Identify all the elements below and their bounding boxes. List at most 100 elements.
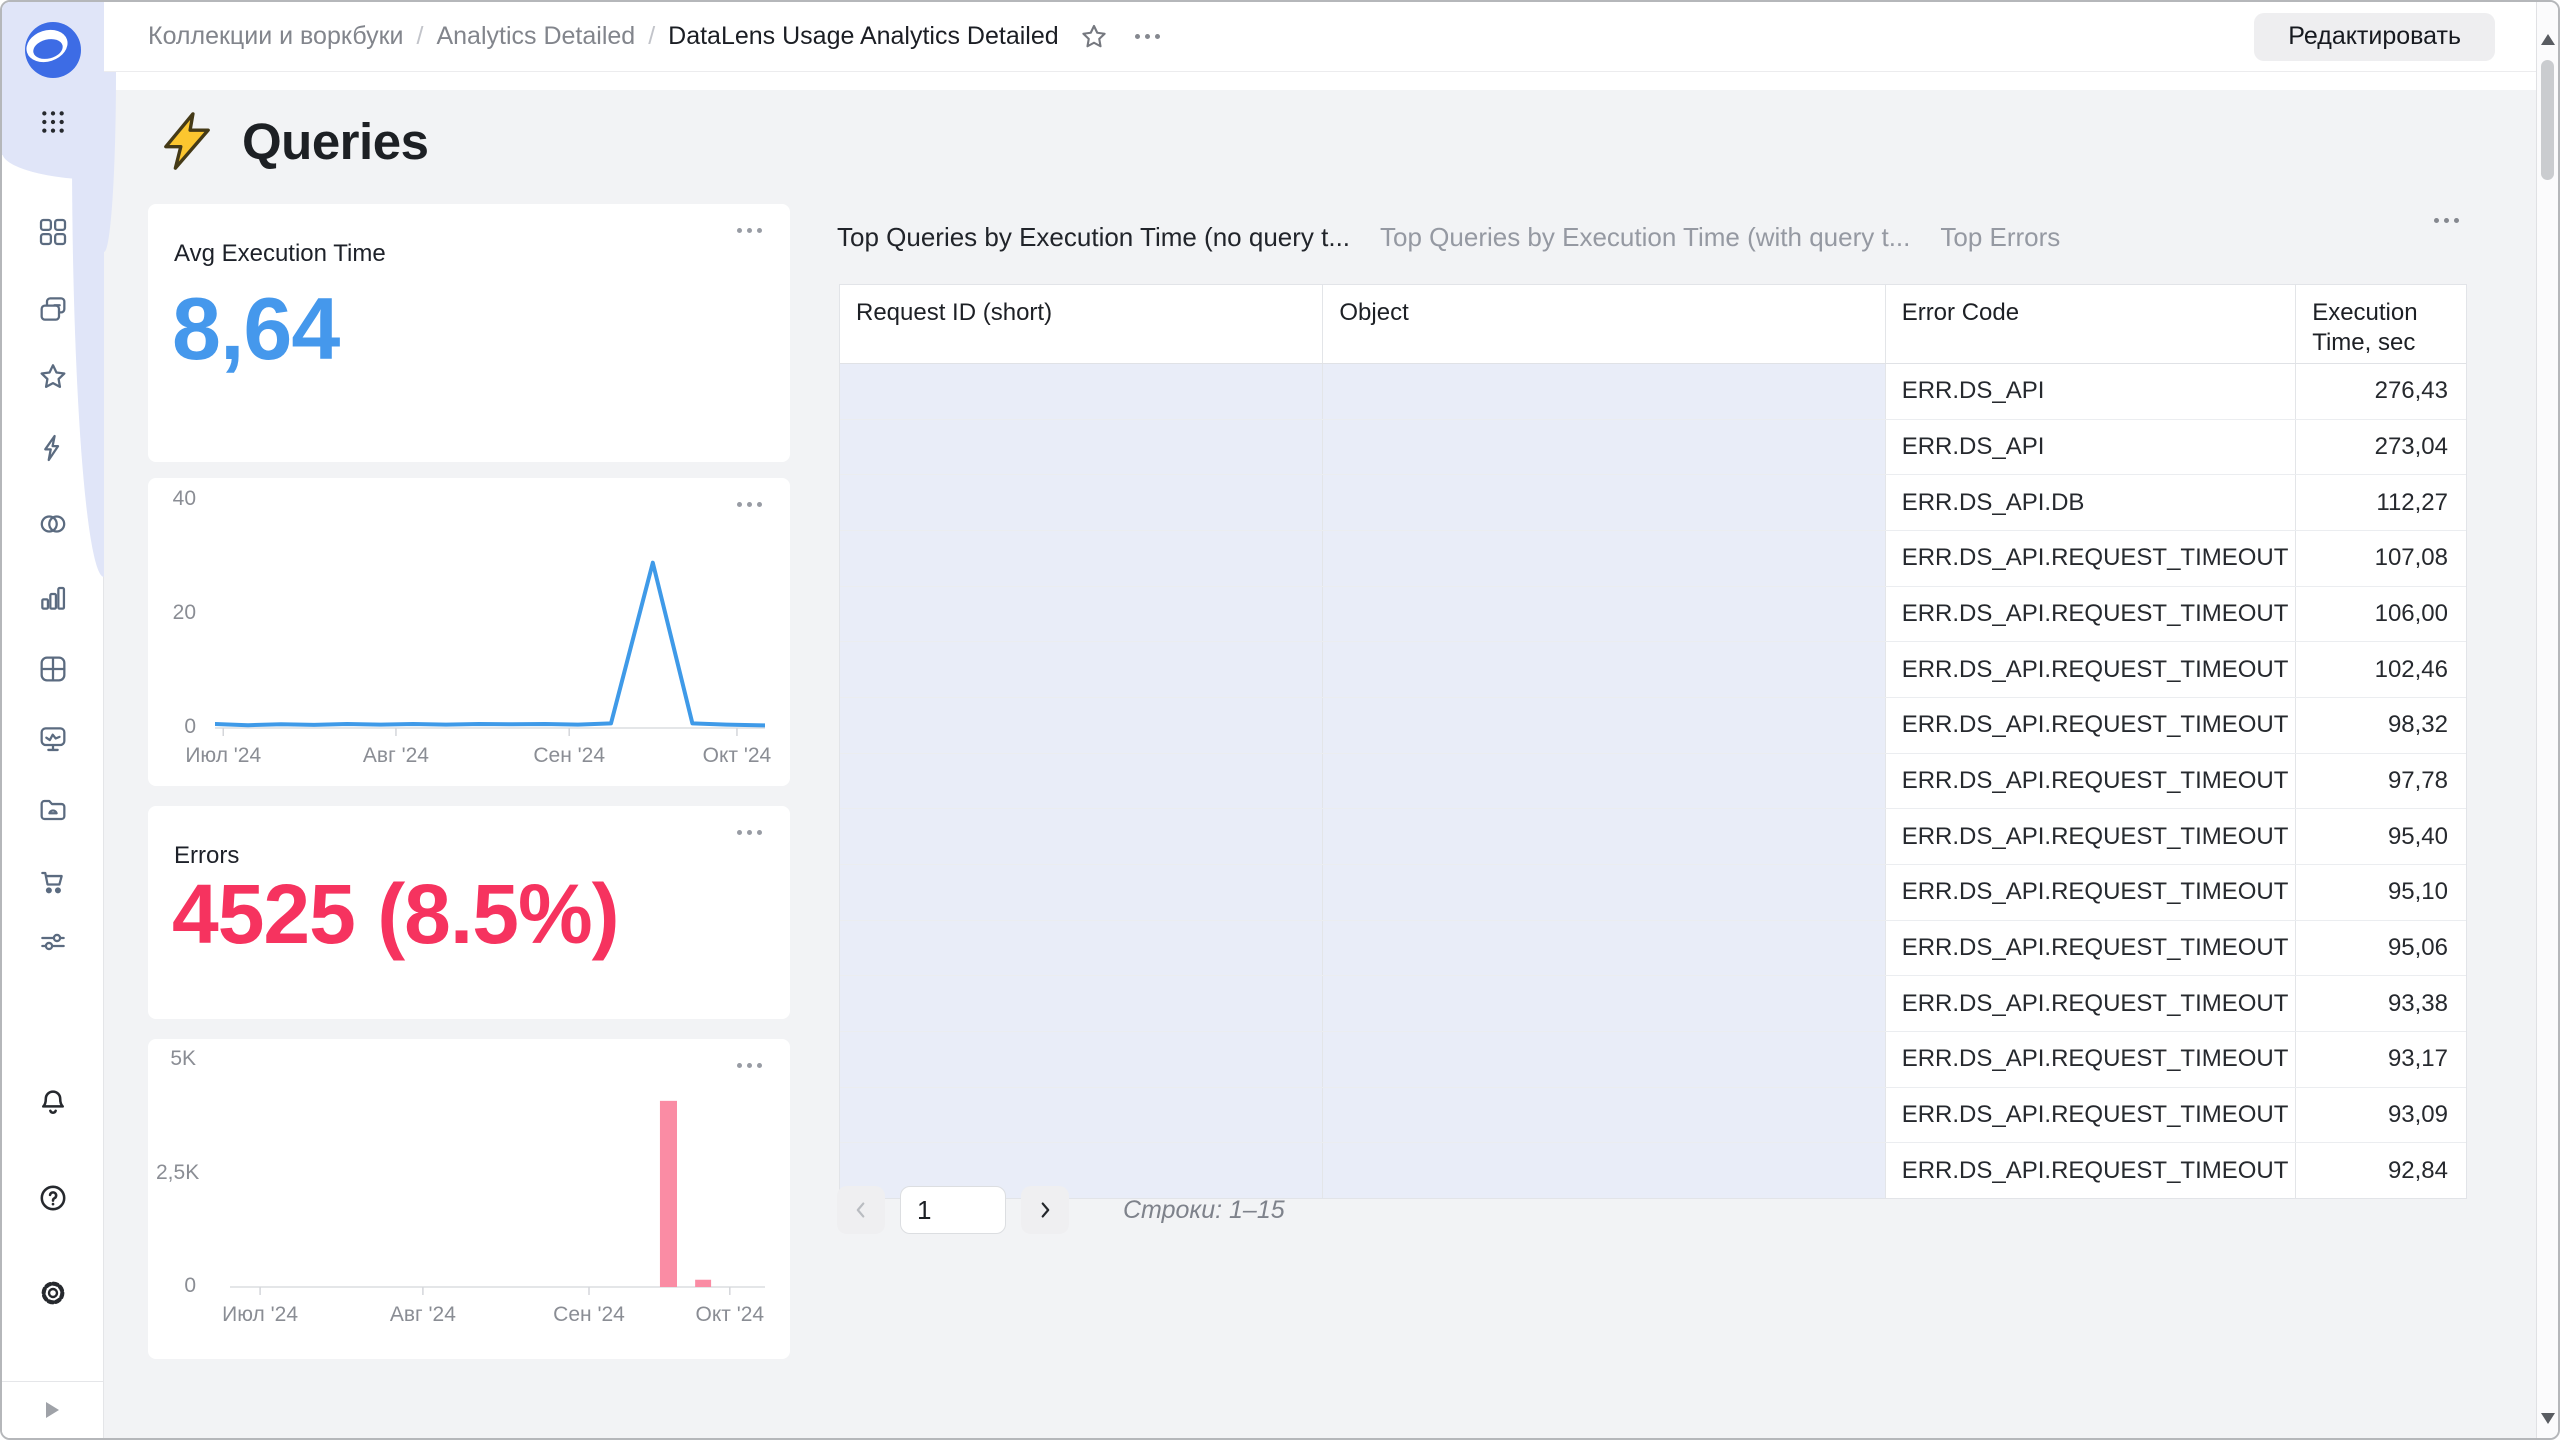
y-axis-label: 40 (156, 487, 196, 511)
lightning-icon[interactable] (37, 432, 69, 464)
table-row: ERR.DS_API.REQUEST_TIMEOUT93,38 (840, 976, 2466, 1032)
lightning-emoji-icon (156, 110, 218, 172)
execution-time-cell: 95,06 (2296, 921, 2466, 976)
breadcrumb-collections[interactable]: Коллекции и воркбуки (148, 22, 404, 51)
error-code-cell: ERR.DS_API.REQUEST_TIMEOUT (1886, 587, 2297, 642)
table-row: ERR.DS_API.REQUEST_TIMEOUT102,46 (840, 642, 2466, 698)
y-axis-label: 0 (156, 715, 196, 739)
breadcrumb-workbook[interactable]: Analytics Detailed (436, 22, 635, 51)
error-code-cell: ERR.DS_API.REQUEST_TIMEOUT (1886, 976, 2297, 1031)
execution-time-cell: 106,00 (2296, 587, 2466, 642)
card-menu-icon[interactable] (737, 228, 762, 233)
table-row: ERR.DS_API.REQUEST_TIMEOUT93,09 (840, 1088, 2466, 1144)
sidebar-footer (2, 1381, 103, 1438)
datalens-logo-icon[interactable] (24, 21, 82, 79)
rows-range-label: Строки: 1–15 (1123, 1186, 1285, 1234)
tab-2[interactable]: Top Errors (1940, 222, 2060, 253)
table-row: ERR.DS_API.REQUEST_TIMEOUT93,17 (840, 1032, 2466, 1088)
copies-icon[interactable] (37, 293, 69, 325)
execution-time-cell: 102,46 (2296, 642, 2466, 697)
avg-execution-time-chart-card: 02040Июл '24Авг '24Сен '24Окт '24 (148, 478, 790, 786)
redacted-cell (1323, 865, 1885, 920)
scrollbar[interactable] (2536, 2, 2558, 1438)
dashboard-content: Queries Avg Execution Time 8,64 02040Июл… (104, 72, 2538, 1440)
tab-0[interactable]: Top Queries by Execution Time (no query … (837, 222, 1350, 253)
monitor-chart-icon[interactable] (37, 723, 69, 755)
execution-time-cell: 93,17 (2296, 1032, 2466, 1087)
execution-time-cell: 92,84 (2296, 1143, 2466, 1198)
breadcrumb-separator: / (417, 22, 424, 51)
x-axis-label: Авг '24 (390, 1303, 456, 1327)
redacted-cell (840, 865, 1323, 920)
edit-button[interactable]: Редактировать (2254, 13, 2495, 61)
x-axis-label: Окт '24 (696, 1303, 765, 1327)
redacted-cell (1323, 1143, 1885, 1198)
star-icon[interactable] (37, 361, 69, 393)
errors-value: 4525 (8.5%) (172, 866, 619, 963)
prev-page-button[interactable] (837, 1186, 885, 1234)
y-axis-label: 5K (156, 1047, 196, 1071)
avg-execution-time-value: 8,64 (172, 278, 339, 380)
more-menu-icon[interactable] (1135, 34, 1160, 39)
favorite-star-icon[interactable] (1079, 22, 1109, 52)
execution-time-cell: 95,40 (2296, 809, 2466, 864)
avg-execution-time-card: Avg Execution Time 8,64 (148, 204, 790, 462)
redacted-cell (840, 531, 1323, 586)
redacted-cell (840, 1032, 1323, 1087)
redacted-cell (840, 921, 1323, 976)
folder-icon[interactable] (37, 793, 69, 825)
gear-icon[interactable] (37, 1277, 69, 1309)
table-row: ERR.DS_API276,43 (840, 364, 2466, 420)
error-code-cell: ERR.DS_API.REQUEST_TIMEOUT (1886, 698, 2297, 753)
table-row: ERR.DS_API.REQUEST_TIMEOUT107,08 (840, 531, 2466, 587)
redacted-cell (1323, 475, 1885, 530)
column-header-2: Error Code (1886, 285, 2297, 363)
y-axis-label: 2,5K (156, 1161, 196, 1185)
expand-sidebar-icon[interactable] (46, 1402, 59, 1418)
scroll-down-icon[interactable] (2541, 1413, 2555, 1424)
chevron-right-icon (1034, 1199, 1056, 1221)
next-page-button[interactable] (1021, 1186, 1069, 1234)
errors-chart-card: 02,5K5KИюл '24Авг '24Сен '24Окт '24 (148, 1039, 790, 1359)
help-icon[interactable] (37, 1182, 69, 1214)
x-axis-label: Авг '24 (363, 744, 429, 768)
circles-icon[interactable] (37, 508, 69, 540)
table-row: ERR.DS_API.REQUEST_TIMEOUT106,00 (840, 587, 2466, 643)
redacted-cell (840, 1088, 1323, 1143)
scrollbar-thumb[interactable] (2541, 60, 2554, 180)
scroll-up-icon[interactable] (2541, 34, 2555, 45)
x-axis-label: Окт '24 (703, 744, 772, 768)
y-axis-label: 20 (156, 601, 196, 625)
widget-menu-icon[interactable] (2434, 218, 2459, 223)
error-code-cell: ERR.DS_API.REQUEST_TIMEOUT (1886, 1143, 2297, 1198)
redacted-cell (1323, 754, 1885, 809)
table-row: ERR.DS_API.REQUEST_TIMEOUT95,40 (840, 809, 2466, 865)
bell-icon[interactable] (37, 1086, 69, 1118)
table-row: ERR.DS_API.REQUEST_TIMEOUT95,10 (840, 865, 2466, 921)
card-menu-icon[interactable] (737, 830, 762, 835)
breadcrumb-separator: / (648, 22, 655, 51)
avg-execution-line-chart (215, 498, 765, 738)
redacted-cell (1323, 364, 1885, 419)
widget-tabs: Top Queries by Execution Time (no query … (837, 222, 2060, 253)
table-icon[interactable] (37, 653, 69, 685)
tab-1[interactable]: Top Queries by Execution Time (with quer… (1380, 222, 1910, 253)
execution-time-cell: 93,09 (2296, 1088, 2466, 1143)
sliders-icon[interactable] (37, 926, 69, 958)
redacted-cell (1323, 921, 1885, 976)
redacted-cell (1323, 698, 1885, 753)
error-code-cell: ERR.DS_API.REQUEST_TIMEOUT (1886, 1088, 2297, 1143)
redacted-cell (1323, 642, 1885, 697)
error-code-cell: ERR.DS_API.REQUEST_TIMEOUT (1886, 921, 2297, 976)
table-header-row: Request ID (short)ObjectError CodeExecut… (840, 285, 2466, 364)
chevron-left-icon (850, 1199, 872, 1221)
redacted-cell (840, 809, 1323, 864)
y-axis-label: 0 (156, 1274, 196, 1298)
grid-squares-icon[interactable] (37, 216, 69, 248)
cart-icon[interactable] (37, 865, 69, 897)
errors-card: Errors 4525 (8.5%) (148, 806, 790, 1019)
sidebar (2, 2, 104, 1438)
bar-chart-icon[interactable] (37, 582, 69, 614)
apps-grid-icon[interactable] (37, 106, 69, 138)
page-number-input[interactable] (900, 1186, 1006, 1234)
